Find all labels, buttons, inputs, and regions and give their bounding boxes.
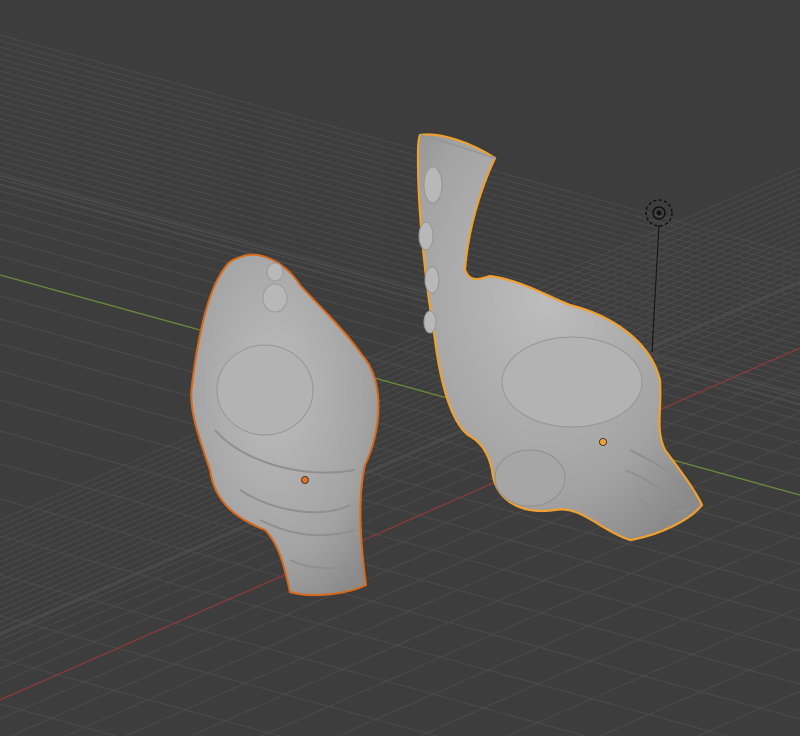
x-axis-line [0,347,800,701]
grid-line [0,40,800,262]
grid-line [0,263,800,617]
grid-line [0,615,437,736]
grid-line [0,238,800,460]
grid-line [0,154,800,376]
grid-line [0,76,800,298]
3d-viewport[interactable] [0,0,800,736]
grid-line [0,175,800,397]
grid-line [337,532,800,736]
grid-line [0,251,800,605]
grid-line [0,64,800,286]
grid-line [0,574,586,736]
grid-line [0,124,800,346]
origin-dot [599,438,607,446]
grid-line [0,142,800,364]
grid-line [0,118,800,340]
grid-line [0,257,800,611]
grid-line [0,148,800,370]
grid-line [0,34,800,256]
grid-line [0,366,800,720]
grid-line [0,239,800,593]
viewport-canvas[interactable] [0,0,800,736]
grid-line [0,166,800,388]
grid-line [419,568,800,736]
grid-line [0,100,800,322]
grid-line [0,160,800,382]
grid-line [0,184,800,406]
grid-line [0,58,800,280]
grid-line [0,245,800,599]
grid-line [0,281,800,635]
grid-line [65,412,800,736]
grid-line [0,498,800,720]
grid-line [0,112,800,334]
grid-line [0,658,281,736]
grid-line [0,136,800,358]
grid-line [697,690,800,736]
grid-line [0,46,800,268]
grid-line [0,190,800,412]
grid-line [0,703,117,736]
grid-line [0,52,800,274]
grid-line [0,88,800,310]
grid-line [0,172,800,394]
grid-line [10,388,800,736]
grid-line [0,94,800,316]
grid-line [0,233,800,587]
grid-line [0,343,800,565]
y-axis-line [0,274,800,496]
grid-line [0,167,800,521]
grid-line [0,70,800,292]
origin-dot [301,476,309,484]
grid-line [0,130,800,352]
grid-line [0,82,800,304]
